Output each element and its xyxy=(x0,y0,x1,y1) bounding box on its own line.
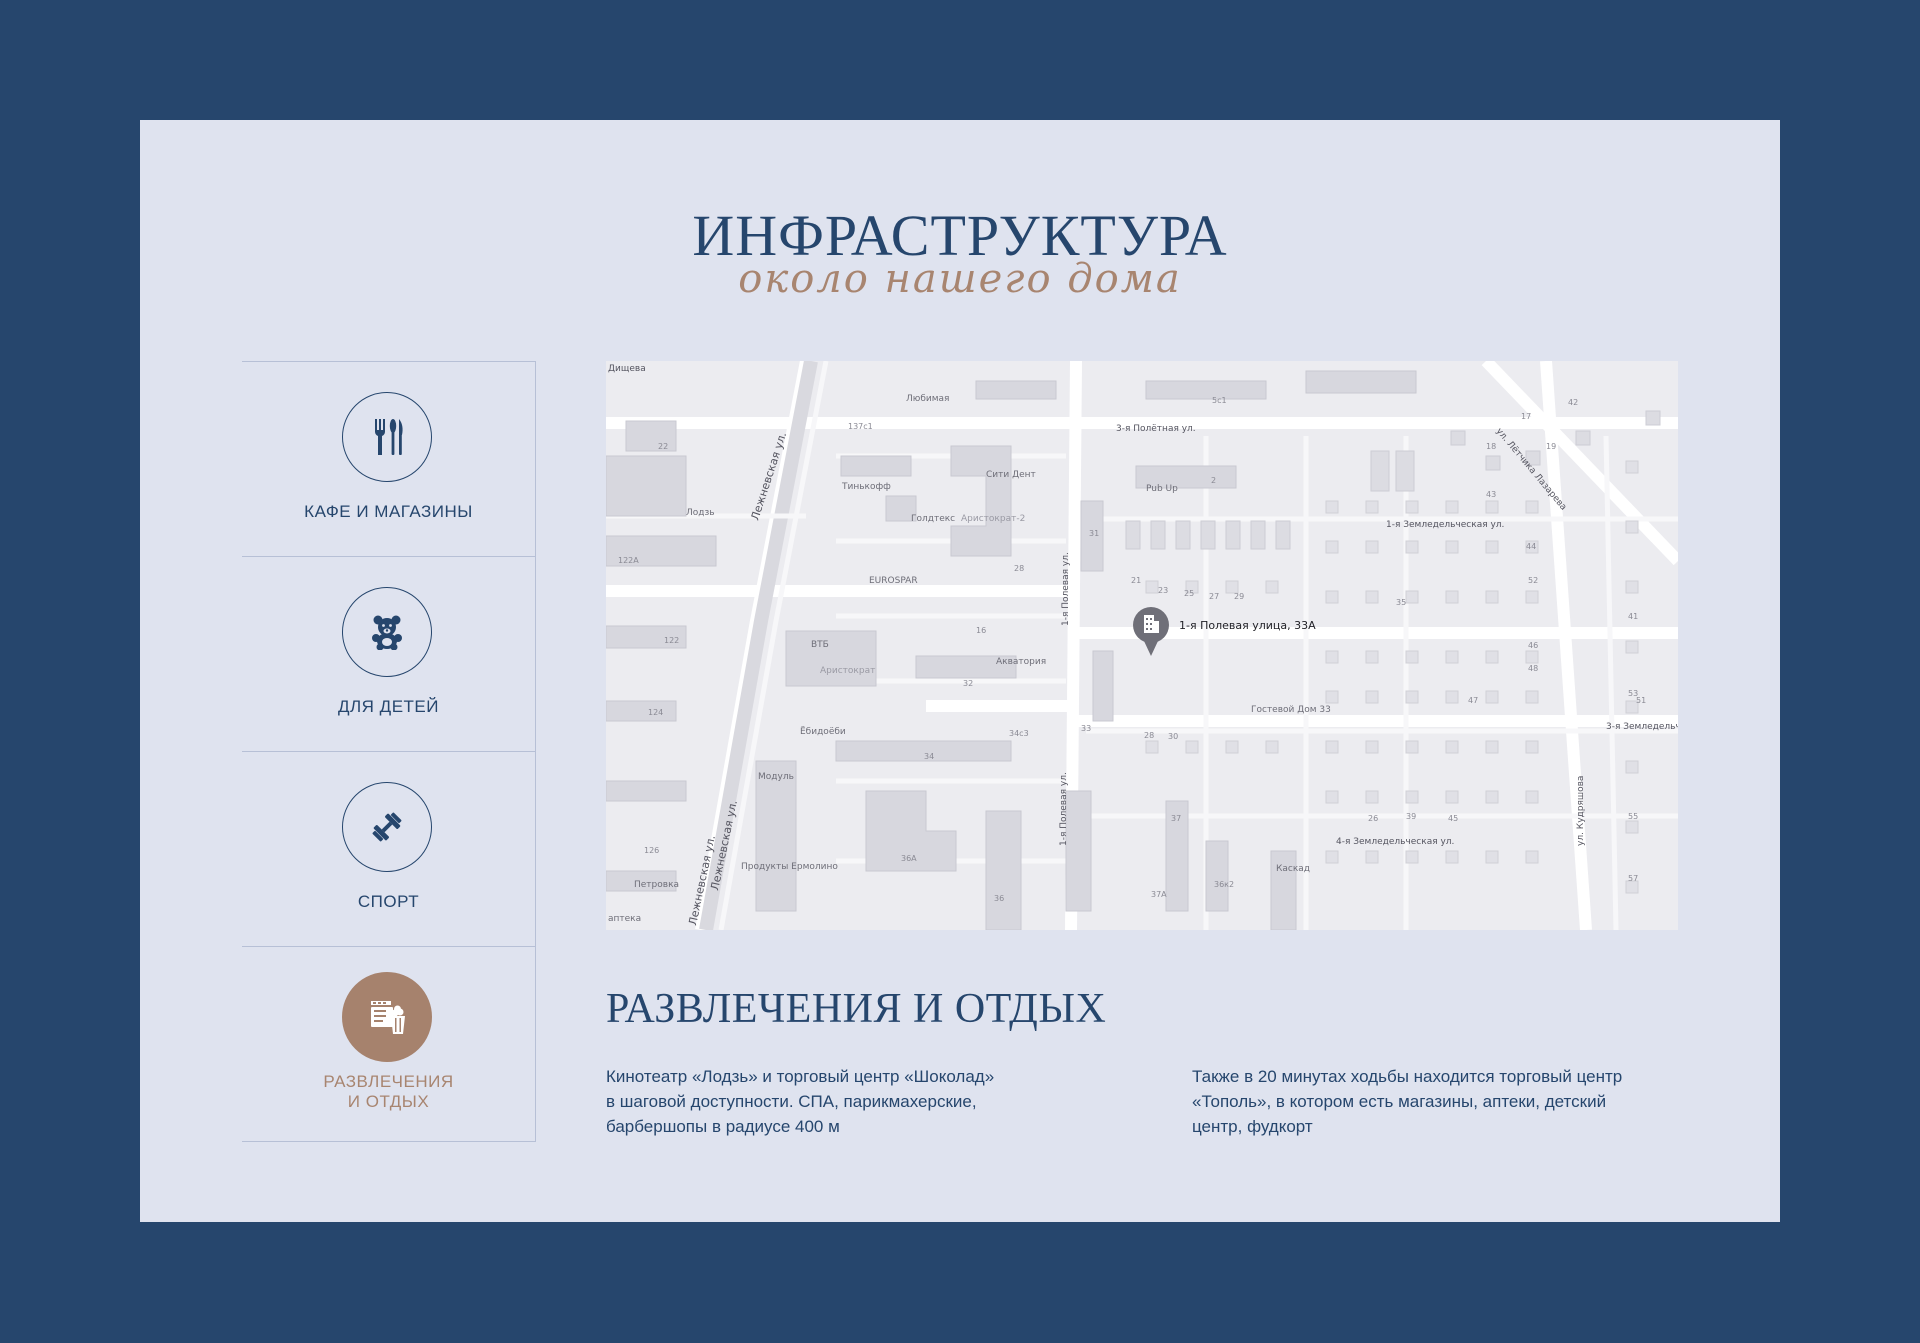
teddy-bear-icon xyxy=(372,615,402,650)
map-house-number: 31 xyxy=(1089,529,1099,538)
map-street-label: 4-я Земледельческая ул. xyxy=(1336,837,1454,847)
map-house-number: 55 xyxy=(1628,812,1638,821)
map-place-label: Модуль xyxy=(758,772,794,782)
map-house-number: 17 xyxy=(1521,412,1531,421)
map-house-number: 32 xyxy=(963,679,973,688)
map-house-number: 52 xyxy=(1528,576,1538,585)
tab-label: СПОРТ xyxy=(357,892,420,911)
map-house-number: 122А xyxy=(618,556,639,565)
map-house-number: 42 xyxy=(1568,398,1578,407)
map-place-label: Аристократ-2 xyxy=(961,514,1025,524)
map-place-label: Сити Дент xyxy=(986,470,1036,480)
map-house-number: 28 xyxy=(1144,731,1154,740)
map-house-number: 122 xyxy=(664,636,679,645)
map-street-label: 1-я Земледельческая ул. xyxy=(1386,520,1504,530)
map-place-label: аптека xyxy=(608,914,641,924)
map-house-number: 26 xyxy=(1368,814,1378,823)
map-house-number: 25 xyxy=(1184,589,1194,598)
tab-icon-circle xyxy=(342,782,432,872)
map-view[interactable]: Лежневская ул. Лежневская ул. Лежневская… xyxy=(606,361,1678,930)
section-description-right: Также в 20 минутах ходьбы находится торг… xyxy=(1192,1067,1623,1136)
map-house-number: 39 xyxy=(1406,812,1416,821)
map-house-number: 23 xyxy=(1158,586,1168,595)
map-place-label: Каскад xyxy=(1276,864,1310,874)
map-house-number: 36к2 xyxy=(1214,880,1234,889)
map-place-label: Аристократ xyxy=(820,666,875,676)
map-place-label: Продукты Ермолино xyxy=(741,862,838,872)
map-house-number: 36А xyxy=(901,854,917,863)
tab-icon-circle xyxy=(342,587,432,677)
map-house-number: 34с3 xyxy=(1009,729,1029,738)
map-house-number: 16 xyxy=(976,626,986,635)
map-house-number: 21 xyxy=(1131,576,1141,585)
map-place-label: Лодзь xyxy=(686,508,715,518)
map-house-number: 33 xyxy=(1081,724,1091,733)
tab-icon-circle xyxy=(342,392,432,482)
map-place-label: Pub Up xyxy=(1146,484,1178,494)
map-street-label: 1-я Полевая ул. xyxy=(1059,772,1069,846)
map-house-number: 41 xyxy=(1628,612,1638,621)
map-house-number: 37 xyxy=(1171,814,1181,823)
cutlery-icon xyxy=(375,419,403,455)
map-house-number: 57 xyxy=(1628,874,1638,883)
map-house-number: 47 xyxy=(1468,696,1478,705)
map-house-number: 126 xyxy=(644,846,659,855)
map-house-number: 36 xyxy=(994,894,1004,903)
tab-kids[interactable]: ДЛЯ ДЕТЕЙ xyxy=(242,556,535,751)
map-house-number: 28 xyxy=(1014,564,1024,573)
map-house-number: 27 xyxy=(1209,592,1219,601)
tab-sport[interactable]: СПОРТ xyxy=(242,751,535,946)
map-house-number: 37А xyxy=(1151,890,1167,899)
map-place-label: Тинькофф xyxy=(841,482,891,492)
map-house-number: 18 xyxy=(1486,442,1496,451)
map-house-number: 43 xyxy=(1486,490,1496,499)
map-street-label: ул. Кудряшова xyxy=(1576,776,1586,846)
map-place-label: Акватория xyxy=(996,657,1046,667)
map-place-label: Петровка xyxy=(634,880,679,890)
map-house-number: 46 xyxy=(1528,641,1538,650)
map-house-number: 48 xyxy=(1528,664,1538,673)
cinema-popcorn-icon xyxy=(371,1001,405,1034)
map-street-label: 3-я Полётная ул. xyxy=(1116,424,1196,434)
map-house-number: 30 xyxy=(1168,732,1178,741)
tab-label: РАЗВЛЕЧЕНИЯ И ОТДЫХ xyxy=(323,1072,454,1111)
section-title: РАЗВЛЕЧЕНИЯ И ОТДЫХ xyxy=(606,986,1107,1032)
tab-label: ДЛЯ ДЕТЕЙ xyxy=(338,697,439,716)
category-tabs: КАФЕ И МАГАЗИНЫ ДЛЯ ДЕТЕЙ СПОРТ РАЗВЛЕЧЕ… xyxy=(242,361,536,1142)
map-marker-label: 1-я Полевая улица, 33А xyxy=(1179,619,1316,632)
tab-icon-circle xyxy=(342,972,432,1062)
map-street-label: 1-я Полевая ул. xyxy=(1061,552,1071,626)
map-house-number: 22 xyxy=(658,442,668,451)
infrastructure-panel: ИНФРАСТРУКТУРА около нашего дома КАФЕ И … xyxy=(140,120,1780,1222)
map-house-number: 137с1 xyxy=(848,422,873,431)
map-house-number: 2 xyxy=(1211,476,1216,485)
map-place-label: Гостевой Дом 33 xyxy=(1251,705,1331,715)
map-street-label: Дищева xyxy=(608,364,646,374)
dumbbell-icon xyxy=(372,812,402,842)
tab-entertainment[interactable]: РАЗВЛЕЧЕНИЯ И ОТДЫХ xyxy=(242,946,535,1142)
map-house-number: 5с1 xyxy=(1212,396,1227,405)
tab-label: КАФЕ И МАГАЗИНЫ xyxy=(304,502,473,521)
map-house-number: 45 xyxy=(1448,814,1458,823)
map-street-label: 3-я Земледельче xyxy=(1606,722,1678,732)
section-description-left: Кинотеатр «Лодзь» и торговый центр «Шоко… xyxy=(606,1067,995,1136)
page-subtitle: около нашего дома xyxy=(738,256,1182,302)
map-place-label: Ёбидоёби xyxy=(800,726,846,737)
map-place-label: ВТБ xyxy=(811,640,829,650)
map-canvas: Лежневская ул. Лежневская ул. Лежневская… xyxy=(606,361,1678,930)
map-house-number: 51 xyxy=(1636,696,1646,705)
map-house-number: 35 xyxy=(1396,598,1406,607)
map-place-label: Любимая xyxy=(906,394,949,404)
map-place-label: EUROSPAR xyxy=(869,576,918,586)
map-house-number: 44 xyxy=(1526,542,1536,551)
map-place-label: Голдтекс xyxy=(911,514,955,524)
tab-cafes-shops[interactable]: КАФЕ И МАГАЗИНЫ xyxy=(242,361,535,556)
map-house-number: 29 xyxy=(1234,592,1244,601)
map-house-number: 19 xyxy=(1546,442,1556,451)
map-house-number: 34 xyxy=(924,752,934,761)
map-house-number: 124 xyxy=(648,708,663,717)
